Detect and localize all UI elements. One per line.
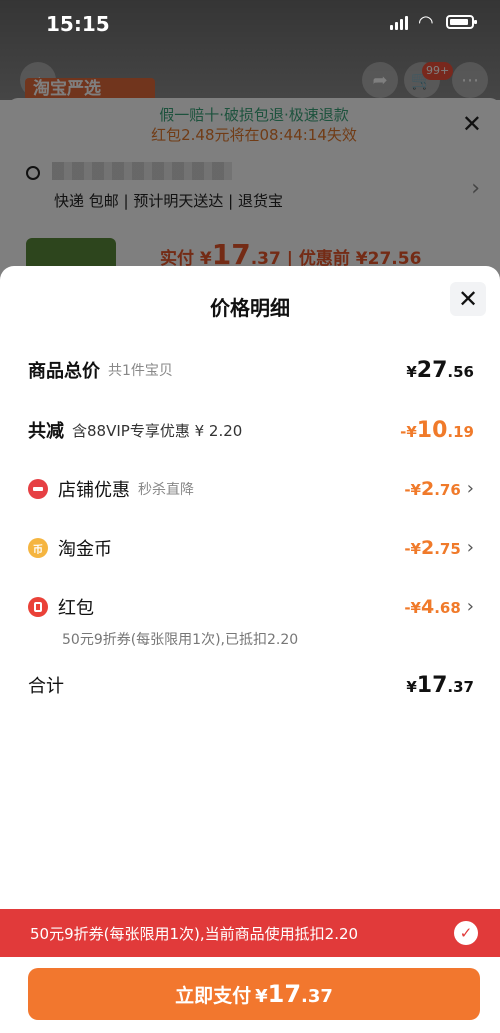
close-icon: ✕ — [457, 285, 479, 313]
close-button[interactable]: ✕ — [450, 282, 486, 316]
check-icon[interactable]: ✓ — [454, 921, 478, 945]
row-red-packet[interactable]: 红包 -¥ 4.68 › — [28, 592, 474, 622]
amount-dec: .56 — [447, 362, 474, 381]
row-label: 店铺优惠 — [58, 480, 130, 501]
amount-dec: .19 — [447, 422, 474, 441]
row-grand-total: 合计 ¥17.37 — [28, 670, 474, 700]
amount-int: 2 — [420, 537, 435, 559]
coupon-notice-bar[interactable]: 50元9折券(每张限用1次),当前商品使用抵扣2.20 ✓ — [0, 909, 500, 957]
status-time: 15:15 — [46, 12, 110, 36]
row-amount: ¥27.56 — [406, 358, 474, 383]
row-sub: 共1件宝贝 — [108, 363, 173, 379]
amount-currency: ¥ — [406, 677, 417, 696]
chevron-right-icon: › — [466, 478, 474, 499]
row-label: 合计 — [28, 676, 64, 697]
amount-dec: .37 — [447, 677, 474, 696]
amount-dec: .76 — [434, 481, 461, 499]
pay-button-int: 17 — [267, 980, 302, 1008]
row-amount: ¥17.37 — [406, 673, 474, 698]
pay-button-dec: .37 — [301, 986, 333, 1007]
row-sub: 含88VIP专享优惠 ¥ 2.20 — [72, 421, 243, 440]
row-label: 商品总价 — [28, 361, 100, 382]
pay-button-label: 立即支付 — [175, 985, 252, 1007]
amount-currency: ¥ — [406, 362, 417, 381]
row-amount: -¥ 2.75 — [404, 537, 460, 559]
amount-dec: .68 — [434, 599, 461, 617]
amount-int: 17 — [416, 672, 448, 698]
amount-currency: -¥ — [400, 422, 417, 441]
chevron-right-icon: › — [466, 537, 474, 558]
row-taojinbi[interactable]: 币 淘金币 -¥ 2.75 › — [28, 533, 474, 563]
row-amount: -¥ 10.19 — [400, 418, 474, 443]
row-label: 淘金币 — [58, 539, 112, 560]
chevron-right-icon: › — [466, 596, 474, 617]
coupon-note: 50元9折券(每张限用1次),已抵扣2.20 — [62, 632, 299, 648]
pay-button-currency: ¥ — [255, 986, 268, 1007]
row-label: 共减 — [28, 421, 64, 442]
coupon-notice-text: 50元9折券(每张限用1次),当前商品使用抵扣2.20 — [30, 924, 359, 943]
amount-currency: -¥ — [404, 540, 421, 558]
sheet-title: 价格明细 — [210, 296, 290, 320]
status-bar: 15:15 ◠ — [0, 0, 500, 44]
row-amount: -¥ 2.76 — [404, 478, 460, 500]
red-packet-icon — [28, 597, 48, 617]
amount-currency: -¥ — [404, 481, 421, 499]
amount-int: 4 — [420, 596, 435, 618]
wifi-icon: ◠ — [418, 12, 434, 33]
amount-int: 27 — [416, 357, 448, 383]
amount-currency: -¥ — [404, 599, 421, 617]
row-amount: -¥ 4.68 — [404, 596, 460, 618]
battery-icon — [446, 15, 477, 29]
signal-icon — [390, 16, 408, 30]
pay-now-button[interactable]: 立即支付 ¥17.37 — [28, 968, 480, 1020]
coin-icon: 币 — [28, 538, 48, 558]
row-label: 红包 — [58, 598, 94, 619]
amount-int: 2 — [420, 478, 435, 500]
row-total-discount: 共减 含88VIP专享优惠 ¥ 2.20 -¥ 10.19 — [28, 415, 474, 445]
row-goods-total: 商品总价 共1件宝贝 ¥27.56 — [28, 355, 474, 385]
row-shop-discount[interactable]: 店铺优惠 秒杀直降 -¥ 2.76 › — [28, 474, 474, 504]
amount-dec: .75 — [434, 540, 461, 558]
amount-int: 10 — [416, 417, 448, 443]
row-sub: 秒杀直降 — [138, 482, 194, 498]
shop-discount-icon — [28, 479, 48, 499]
